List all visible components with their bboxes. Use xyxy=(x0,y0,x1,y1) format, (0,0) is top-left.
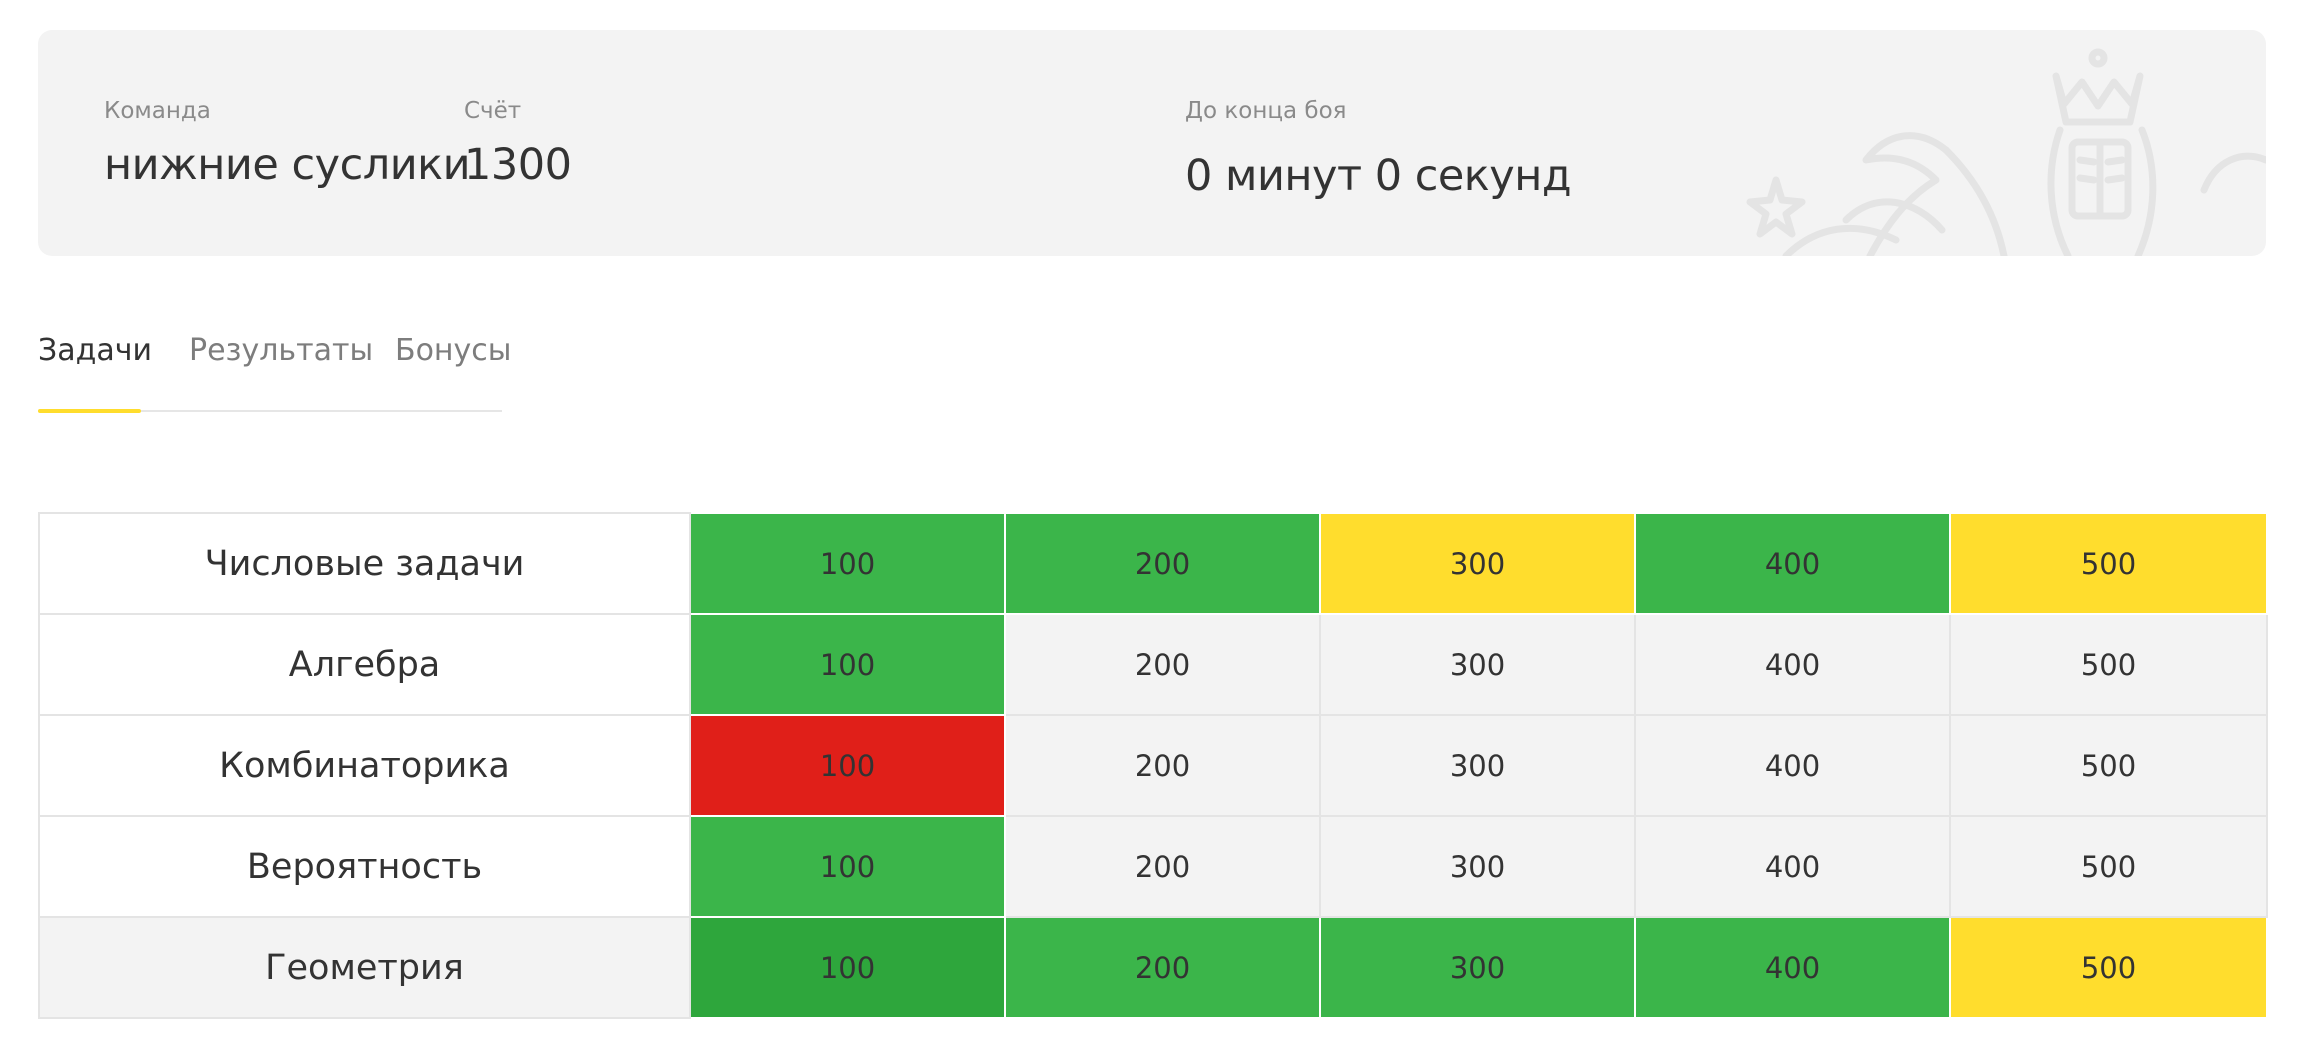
task-cell[interactable]: 400 xyxy=(1634,714,1951,817)
task-cell[interactable]: 100 xyxy=(689,815,1006,918)
topic-row: Числовые задачи 100 200 300 400 500 xyxy=(38,512,2268,615)
tab-bonuses[interactable]: Бонусы xyxy=(395,336,511,366)
bank-emblem-icon xyxy=(1746,48,2266,256)
task-cell[interactable]: 200 xyxy=(1004,815,1321,918)
task-cell[interactable]: 400 xyxy=(1634,512,1951,615)
task-cell[interactable]: 500 xyxy=(1949,613,2268,716)
team-info-card: Команда нижние суслики Счёт 1300 До конц… xyxy=(38,30,2266,256)
task-cell[interactable]: 100 xyxy=(689,916,1006,1019)
score-block: Счёт 1300 xyxy=(464,98,572,190)
task-cell[interactable]: 400 xyxy=(1634,815,1951,918)
tab-results[interactable]: Результаты xyxy=(189,336,373,366)
task-cell[interactable]: 400 xyxy=(1634,916,1951,1019)
team-label: Команда xyxy=(104,98,211,124)
timer-label: До конца боя xyxy=(1185,98,1347,124)
tab-tasks[interactable]: Задачи xyxy=(38,336,152,366)
section-tabs: Задачи Результаты Бонусы xyxy=(38,330,511,413)
task-cell[interactable]: 300 xyxy=(1319,512,1636,615)
team-block: Команда нижние суслики xyxy=(104,98,471,190)
task-cell[interactable]: 300 xyxy=(1319,916,1636,1019)
task-cell[interactable]: 200 xyxy=(1004,714,1321,817)
topic-row: Комбинаторика 100 200 300 400 500 xyxy=(38,714,2268,817)
task-cell[interactable]: 100 xyxy=(689,714,1006,817)
score-value: 1300 xyxy=(464,140,572,190)
topic-row: Алгебра 100 200 300 400 500 xyxy=(38,613,2268,716)
task-grid: Числовые задачи 100 200 300 400 500 Алгебра 100… xyxy=(38,512,2268,1019)
topic-row: Геометрия 100 200 300 400 500 xyxy=(38,916,2268,1019)
topic-name: Вероятность xyxy=(38,815,691,918)
task-cell[interactable]: 100 xyxy=(689,512,1006,615)
timer-value: 0 минут 0 секунд xyxy=(1185,151,1572,201)
topic-name: Числовые задачи xyxy=(38,512,691,615)
active-tab-indicator xyxy=(38,409,141,413)
task-cell[interactable]: 500 xyxy=(1949,512,2268,615)
topic-name: Комбинаторика xyxy=(38,714,691,817)
score-label: Счёт xyxy=(464,98,522,124)
task-cell[interactable]: 200 xyxy=(1004,916,1321,1019)
timer-block: До конца боя 0 минут 0 секунд xyxy=(1185,98,1572,201)
task-cell[interactable]: 500 xyxy=(1949,815,2268,918)
topic-name: Алгебра xyxy=(38,613,691,716)
task-cell[interactable]: 500 xyxy=(1949,714,2268,817)
task-cell[interactable]: 500 xyxy=(1949,916,2268,1019)
task-cell[interactable]: 200 xyxy=(1004,512,1321,615)
team-name: нижние суслики xyxy=(104,140,471,190)
topic-name: Геометрия xyxy=(38,916,691,1019)
topic-row: Вероятность 100 200 300 400 500 xyxy=(38,815,2268,918)
task-cell[interactable]: 300 xyxy=(1319,714,1636,817)
task-cell[interactable]: 100 xyxy=(689,613,1006,716)
task-cell[interactable]: 400 xyxy=(1634,613,1951,716)
task-cell[interactable]: 300 xyxy=(1319,613,1636,716)
task-cell[interactable]: 200 xyxy=(1004,613,1321,716)
task-cell[interactable]: 300 xyxy=(1319,815,1636,918)
